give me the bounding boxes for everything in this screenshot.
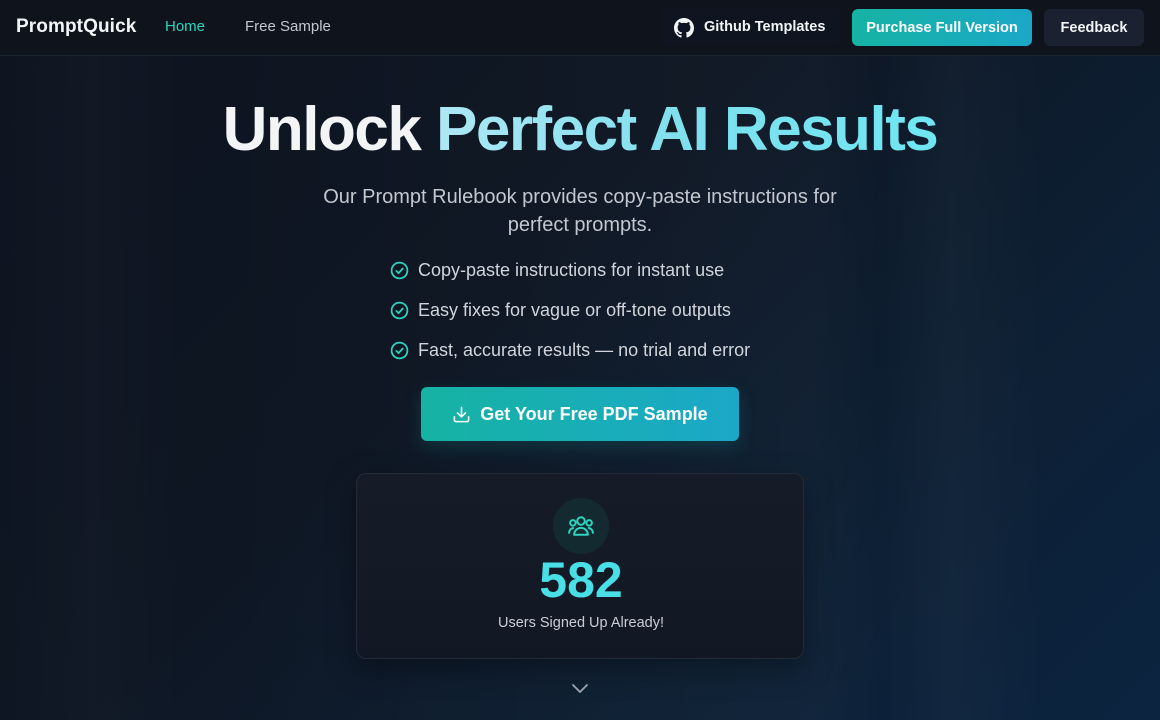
check-circle-icon [390,301,409,319]
feature-text: Copy-paste instructions for instant use [418,259,725,280]
cta-label: Get Your Free PDF Sample [480,403,708,424]
hero-title: Unlock Perfect AI Results [0,95,1160,165]
signup-count-label: Users Signed Up Already! [497,615,665,631]
feature-item: Easy fixes for vague or off-tone outputs [390,290,750,330]
users-icon [568,516,594,536]
feature-item: Fast, accurate results — no trial and er… [390,330,750,370]
chevron-down-icon[interactable] [570,681,590,697]
nav-link-home[interactable]: Home [165,18,205,35]
purchase-full-version-button[interactable]: Purchase Full Version [852,9,1032,46]
github-templates-button[interactable]: Github Templates [660,9,840,46]
feature-text: Fast, accurate results — no trial and er… [418,339,751,360]
feature-item: Copy-paste instructions for instant use [390,250,750,290]
hero-title-part1: Unlock [222,95,422,164]
hero-subtitle: Our Prompt Rulebook provides copy-paste … [323,186,837,236]
hero-title-part2: Perfect AI Results [436,95,939,164]
signup-count: 582 [539,552,623,608]
brand-logo[interactable]: PromptQuick [16,16,136,38]
feature-list: Copy-paste instructions for instant use … [390,250,750,370]
users-icon-badge [553,498,609,554]
nav-link-free-sample[interactable]: Free Sample [245,18,331,35]
download-icon [453,406,470,422]
github-icon [674,18,694,38]
check-circle-icon [390,341,409,359]
get-free-pdf-sample-button[interactable]: Get Your Free PDF Sample [421,387,739,441]
feedback-button[interactable]: Feedback [1044,9,1144,46]
top-navbar: PromptQuick Home Free Sample Github Temp… [0,0,1160,56]
github-templates-label: Github Templates [704,19,826,35]
check-circle-icon [390,261,409,279]
signup-stat-card: 582 Users Signed Up Already! [356,473,804,659]
feature-text: Easy fixes for vague or off-tone outputs [418,299,731,320]
